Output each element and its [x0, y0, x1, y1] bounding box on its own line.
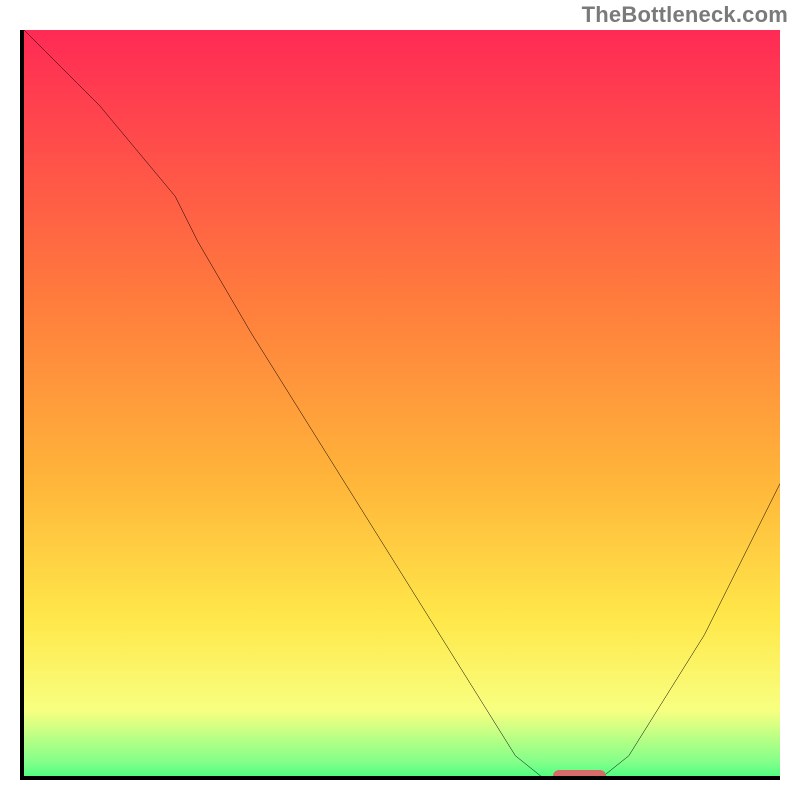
chart-container: TheBottleneck.com [0, 0, 800, 800]
optimal-point-marker [553, 770, 606, 780]
plot-area [20, 30, 780, 780]
bottleneck-curve [24, 30, 780, 780]
watermark-text: TheBottleneck.com [582, 2, 788, 28]
